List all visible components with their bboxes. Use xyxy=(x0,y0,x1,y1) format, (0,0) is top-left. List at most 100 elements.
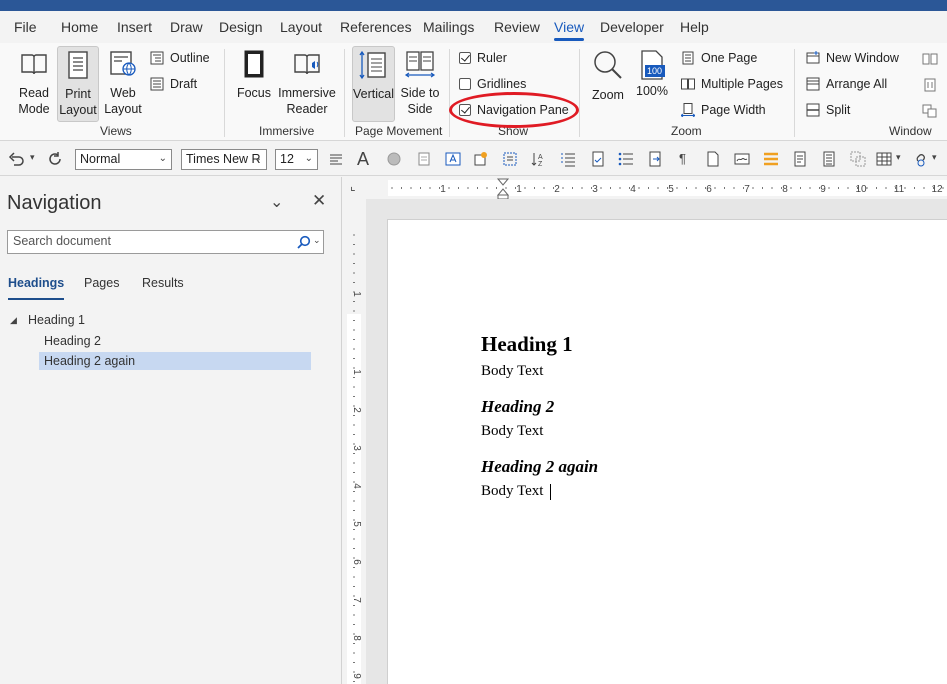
tab-results[interactable]: Results xyxy=(142,276,184,290)
sort-icon[interactable]: AZ xyxy=(531,151,547,167)
link-icon[interactable] xyxy=(912,151,928,167)
page-width-button[interactable]: Page Width xyxy=(681,103,766,117)
multiple-pages-button[interactable]: Multiple Pages xyxy=(681,77,783,91)
checkbox-checked[interactable] xyxy=(459,104,471,116)
ruler-checkbox[interactable]: Ruler xyxy=(459,51,507,65)
group-objects-icon[interactable] xyxy=(850,151,866,167)
tab-help[interactable]: Help xyxy=(680,19,709,35)
tab-view[interactable]: View xyxy=(554,19,585,41)
horizontal-ruler[interactable]: 1 1 2 3 4 5 6 7 8 9 10 11 12 xyxy=(366,177,947,200)
doc-body-text[interactable]: Body Text xyxy=(481,363,543,380)
tab-developer[interactable]: Developer xyxy=(600,19,664,35)
search-input[interactable] xyxy=(13,234,293,248)
line-spacing-icon[interactable] xyxy=(763,151,779,167)
one-page-button[interactable]: One Page xyxy=(681,51,757,65)
view-side-by-side-icon[interactable] xyxy=(922,52,938,66)
link-dropdown-chevron-icon[interactable]: ▾ xyxy=(932,152,937,163)
gridlines-checkbox[interactable]: Gridlines xyxy=(459,77,526,91)
split-button[interactable]: Split xyxy=(806,103,850,117)
tab-headings[interactable]: Headings xyxy=(8,276,65,300)
gridlines-label: Gridlines xyxy=(477,77,527,91)
tab-layout[interactable]: Layout xyxy=(280,19,322,35)
style-combo[interactable]: Normal ⌄ xyxy=(75,149,172,170)
divider xyxy=(794,49,795,137)
print-layout-button[interactable]: Print Layout xyxy=(57,46,99,122)
text-box-icon[interactable] xyxy=(445,151,461,167)
outline-button[interactable]: Outline xyxy=(150,51,210,65)
highlight-icon[interactable] xyxy=(386,151,402,167)
doc-heading-1[interactable]: Heading 1 xyxy=(481,332,573,357)
book-icon xyxy=(21,54,47,75)
document-check-icon[interactable] xyxy=(590,151,606,167)
tab-insert[interactable]: Insert xyxy=(117,19,152,35)
zoom-button[interactable]: Zoom xyxy=(588,49,628,103)
checkbox-checked[interactable] xyxy=(459,52,471,64)
checkbox-unchecked[interactable] xyxy=(459,78,471,90)
reset-window-position-icon[interactable] xyxy=(922,104,938,118)
pane-options-chevron-icon[interactable]: ⌄ xyxy=(270,192,283,212)
synchronous-scrolling-icon[interactable] xyxy=(922,78,938,92)
nav-heading-item-selected[interactable]: Heading 2 again xyxy=(39,352,311,370)
paragraph-format-icon[interactable] xyxy=(328,151,344,167)
ruler-label: 8 xyxy=(782,184,788,195)
draft-label: Draft xyxy=(170,77,198,91)
tab-file[interactable]: File xyxy=(14,19,37,35)
font-size-combo[interactable]: 12 ⌄ xyxy=(275,149,318,170)
views-group-label: Views xyxy=(100,124,132,138)
zoom-100-button[interactable]: 100 100% xyxy=(633,49,671,99)
search-document-field[interactable]: ⌄ xyxy=(7,230,324,254)
tab-selector-icon[interactable]: ⌞ xyxy=(350,179,356,193)
bullets-icon[interactable] xyxy=(618,151,634,167)
undo-icon[interactable] xyxy=(8,151,24,167)
insert-picture-icon[interactable] xyxy=(473,151,489,167)
table-icon[interactable] xyxy=(876,151,892,167)
side-to-side-label: Side to Side xyxy=(400,86,440,116)
document-page[interactable]: Heading 1 Body Text Heading 2 Body Text … xyxy=(387,219,947,684)
tab-home[interactable]: Home xyxy=(61,19,98,35)
nav-heading-item[interactable]: Heading 2 xyxy=(39,332,106,350)
tab-pages[interactable]: Pages xyxy=(84,276,119,290)
redo-icon[interactable] xyxy=(47,151,63,167)
nav-heading-item[interactable]: Heading 1 xyxy=(23,311,90,329)
doc-heading-2[interactable]: Heading 2 xyxy=(481,397,554,417)
show-formatting-marks-icon[interactable]: ¶ xyxy=(679,151,686,166)
read-mode-button[interactable]: Read Mode xyxy=(12,49,56,117)
blank-page-icon[interactable] xyxy=(705,151,721,167)
focus-button[interactable]: Focus xyxy=(233,49,275,101)
search-options-chevron-icon[interactable]: ⌄ xyxy=(313,235,321,246)
tab-design[interactable]: Design xyxy=(219,19,263,35)
numbering-icon[interactable] xyxy=(560,151,576,167)
web-layout-button[interactable]: Web Layout xyxy=(102,49,144,117)
tab-references[interactable]: References xyxy=(340,19,412,35)
select-all-icon[interactable] xyxy=(502,151,518,167)
tab-mailings[interactable]: Mailings xyxy=(423,19,474,35)
search-icon[interactable] xyxy=(297,235,311,249)
close-icon[interactable]: ✕ xyxy=(312,191,326,211)
page-lines-icon[interactable] xyxy=(821,151,837,167)
page-list-icon[interactable] xyxy=(792,151,808,167)
document-arrow-icon[interactable] xyxy=(647,151,663,167)
navigation-pane-label: Navigation Pane xyxy=(477,103,569,117)
table-dropdown-chevron-icon[interactable]: ▾ xyxy=(896,152,901,163)
collapse-triangle-icon[interactable]: ◢ xyxy=(10,315,17,326)
ruler-label: 9 xyxy=(351,673,362,679)
undo-dropdown-chevron-icon[interactable]: ▾ xyxy=(30,152,35,163)
clear-format-icon[interactable] xyxy=(416,151,432,167)
navigation-pane-checkbox[interactable]: Navigation Pane xyxy=(459,103,569,117)
vertical-ruler[interactable]: 1 1 2 3 4 5 6 7 8 9 xyxy=(343,199,366,684)
font-color-icon[interactable]: A xyxy=(357,149,369,170)
tab-draw[interactable]: Draw xyxy=(170,19,203,35)
immersive-reader-button[interactable]: Immersive Reader xyxy=(278,49,336,117)
font-combo[interactable]: Times New R ⌄ xyxy=(181,149,267,170)
vertical-button[interactable]: Vertical xyxy=(352,46,395,122)
doc-heading-2-again[interactable]: Heading 2 again xyxy=(481,457,598,477)
ruler-label: 9 xyxy=(820,184,826,195)
draft-button[interactable]: Draft xyxy=(150,77,197,91)
arrange-all-button[interactable]: Arrange All xyxy=(806,77,887,91)
signature-icon[interactable] xyxy=(734,151,750,167)
doc-body-text[interactable]: Body Text xyxy=(481,483,543,500)
new-window-button[interactable]: New Window xyxy=(806,51,899,65)
side-to-side-button[interactable]: Side to Side xyxy=(398,49,442,117)
tab-review[interactable]: Review xyxy=(494,19,540,35)
doc-body-text[interactable]: Body Text xyxy=(481,423,543,440)
